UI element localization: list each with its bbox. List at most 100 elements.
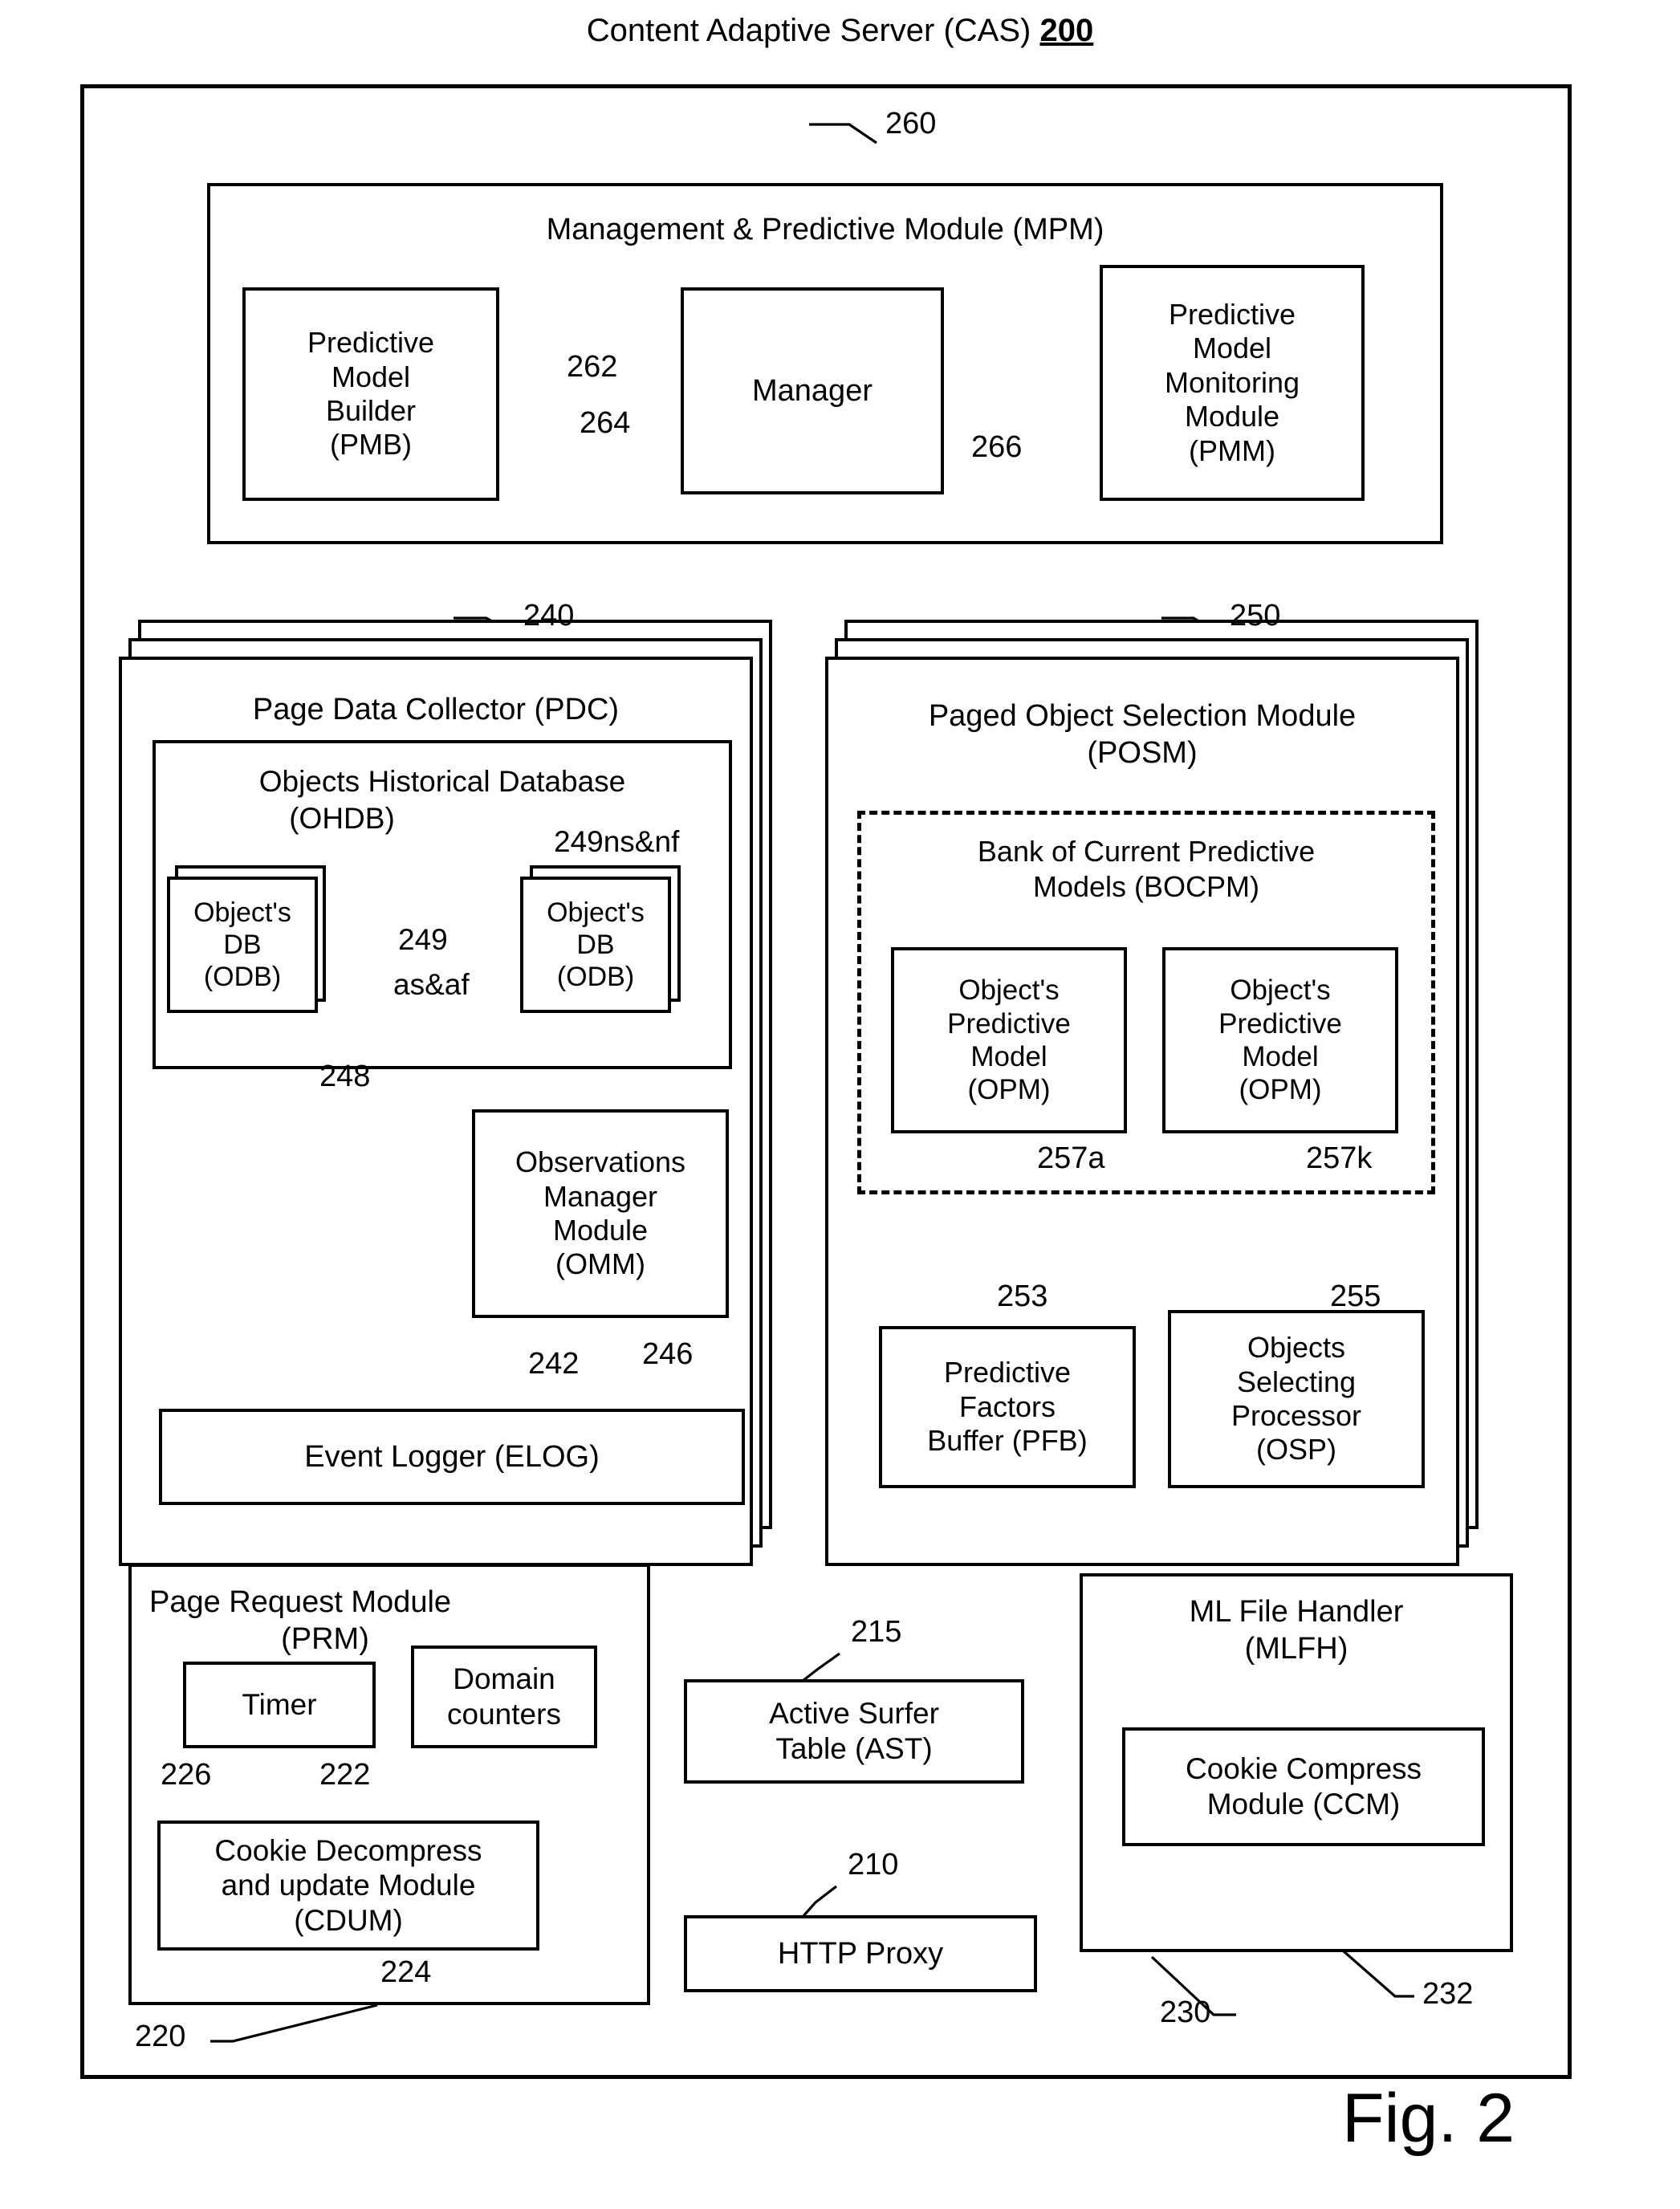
- odb-left-line3: (ODB): [203, 962, 282, 993]
- ref-257a: 257a: [1037, 1141, 1105, 1175]
- ref-226: 226: [161, 1758, 212, 1792]
- pdc-title: Page Data Collector (PDC): [252, 693, 620, 726]
- manager-box[interactable]: Manager: [681, 287, 944, 494]
- ref-248: 248: [319, 1060, 371, 1093]
- ohdb-title-line1: Objects Historical Database: [258, 765, 626, 798]
- posm-title-line2: (POSM): [1087, 736, 1198, 770]
- elog-label: Event Logger (ELOG): [304, 1439, 600, 1474]
- omm-box[interactable]: Observations Manager Module (OMM): [472, 1109, 729, 1318]
- opm-right-box[interactable]: Object's Predictive Model (OPM): [1162, 947, 1398, 1133]
- ref-250: 250: [1230, 599, 1281, 633]
- ref-246: 246: [642, 1337, 694, 1371]
- pmm-label-line3: Monitoring: [1164, 365, 1300, 399]
- ccm-box[interactable]: Cookie Compress Module (CCM): [1122, 1727, 1485, 1846]
- ref-222: 222: [319, 1758, 371, 1792]
- figure-canvas: Content Adaptive Server (CAS) 200 Manage…: [0, 0, 1680, 2209]
- cdum-line1: Cookie Decompress: [214, 1833, 482, 1867]
- mlfh-title-line2: (MLFH): [1244, 1632, 1348, 1666]
- pfb-line2: Factors: [958, 1389, 1056, 1423]
- osp-line1: Objects: [1247, 1331, 1346, 1365]
- pmm-box[interactable]: Predictive Model Monitoring Module (PMM): [1100, 265, 1365, 501]
- ref-232: 232: [1422, 1977, 1474, 2011]
- bocpm-title-line2: Models (BOCPM): [1032, 870, 1260, 903]
- omm-line2: Manager: [543, 1179, 658, 1213]
- figure-title-number: 200: [1039, 13, 1094, 48]
- figure-title-text: Content Adaptive Server (CAS): [586, 13, 1031, 48]
- ref-220: 220: [135, 2020, 186, 2053]
- ref-249ns-nf: 249ns&nf: [554, 825, 680, 858]
- domain-counters-box[interactable]: Domain counters: [411, 1646, 597, 1748]
- bocpm-title-line1: Bank of Current Predictive: [977, 835, 1316, 868]
- ref-253: 253: [997, 1279, 1048, 1313]
- odb-right-box[interactable]: Object's DB (ODB): [520, 877, 671, 1013]
- omm-line1: Observations: [515, 1145, 686, 1179]
- figure-caption: Fig. 2: [1342, 2080, 1515, 2157]
- osp-line4: (OSP): [1255, 1433, 1336, 1467]
- opm-left-line3: Model: [970, 1041, 1047, 1072]
- pfb-line3: Buffer (PFB): [927, 1424, 1088, 1458]
- pmb-label-line3: Builder: [325, 394, 417, 427]
- odb-left-box[interactable]: Object's DB (ODB): [167, 877, 318, 1013]
- pmb-label-line4: (PMB): [330, 428, 412, 462]
- ref-215: 215: [851, 1615, 902, 1649]
- ref-230: 230: [1160, 1995, 1211, 2029]
- pmm-label-line1: Predictive: [1168, 297, 1296, 331]
- ref-255: 255: [1330, 1279, 1381, 1313]
- ast-box[interactable]: Active Surfer Table (AST): [684, 1679, 1024, 1784]
- osp-line2: Selecting: [1236, 1365, 1357, 1398]
- opm-right-line1: Object's: [1230, 974, 1331, 1007]
- opm-left-line4: (OPM): [967, 1074, 1051, 1106]
- ccm-line2: Module (CCM): [1206, 1788, 1401, 1820]
- ohdb-title-line2: (OHDB): [289, 802, 395, 835]
- ccm-line1: Cookie Compress: [1185, 1752, 1422, 1786]
- pmm-label-line2: Model: [1192, 332, 1272, 365]
- odb-right-line1: Object's: [547, 897, 645, 928]
- mpm-title: Management & Predictive Module (MPM): [546, 213, 1104, 246]
- cdum-line3: (CDUM): [294, 1903, 403, 1937]
- odb-right-line2: DB: [576, 929, 615, 960]
- ref-249-as-af-line2: as&af: [393, 968, 470, 1001]
- ref-257k: 257k: [1306, 1141, 1373, 1175]
- posm-title-line1: Paged Object Selection Module: [928, 699, 1357, 733]
- cdum-line2: and update Module: [221, 1869, 476, 1902]
- opm-right-line4: (OPM): [1239, 1074, 1322, 1106]
- ref-249-as-af-line1: 249: [398, 923, 448, 956]
- odb-left-line1: Object's: [193, 897, 291, 928]
- ref-210: 210: [848, 1848, 899, 1882]
- manager-label: Manager: [752, 373, 873, 408]
- pfb-line1: Predictive: [943, 1356, 1072, 1389]
- opm-right-line2: Predictive: [1218, 1007, 1342, 1039]
- http-proxy-box[interactable]: HTTP Proxy: [684, 1915, 1037, 1992]
- timer-label: Timer: [242, 1688, 317, 1722]
- ast-line1: Active Surfer: [769, 1697, 939, 1731]
- ref-260: 260: [885, 107, 937, 140]
- ref-242: 242: [528, 1347, 580, 1381]
- osp-box[interactable]: Objects Selecting Processor (OSP): [1168, 1310, 1425, 1488]
- ref-240: 240: [523, 599, 575, 633]
- timer-box[interactable]: Timer: [183, 1662, 376, 1748]
- odb-left-line2: DB: [223, 929, 262, 960]
- opm-left-line1: Object's: [958, 974, 1060, 1007]
- omm-line3: Module: [552, 1214, 649, 1247]
- http-proxy-label: HTTP Proxy: [777, 1936, 944, 1971]
- domain-counters-line2: counters: [447, 1698, 561, 1731]
- omm-line4: (OMM): [555, 1247, 645, 1281]
- osp-line3: Processor: [1231, 1399, 1362, 1432]
- odb-right-line3: (ODB): [556, 962, 635, 993]
- ref-266: 266: [971, 430, 1023, 464]
- pfb-box[interactable]: Predictive Factors Buffer (PFB): [879, 1326, 1136, 1488]
- opm-right-line3: Model: [1242, 1041, 1319, 1072]
- pmm-label-line4: Module: [1184, 400, 1280, 433]
- ast-line2: Table (AST): [775, 1732, 933, 1765]
- pmb-label-line2: Model: [331, 360, 411, 393]
- elog-box[interactable]: Event Logger (ELOG): [159, 1409, 745, 1505]
- figure-title: Content Adaptive Server (CAS) 200: [587, 14, 1093, 47]
- cdum-box[interactable]: Cookie Decompress and update Module (CDU…: [157, 1820, 539, 1951]
- opm-left-box[interactable]: Object's Predictive Model (OPM): [891, 947, 1127, 1133]
- prm-title-line1: Page Request Module: [149, 1585, 452, 1619]
- mlfh-title-line1: ML File Handler: [1189, 1595, 1404, 1629]
- ref-262: 262: [567, 350, 618, 384]
- ref-264: 264: [580, 406, 631, 440]
- ref-224: 224: [380, 1955, 432, 1989]
- pmb-box[interactable]: Predictive Model Builder (PMB): [242, 287, 499, 501]
